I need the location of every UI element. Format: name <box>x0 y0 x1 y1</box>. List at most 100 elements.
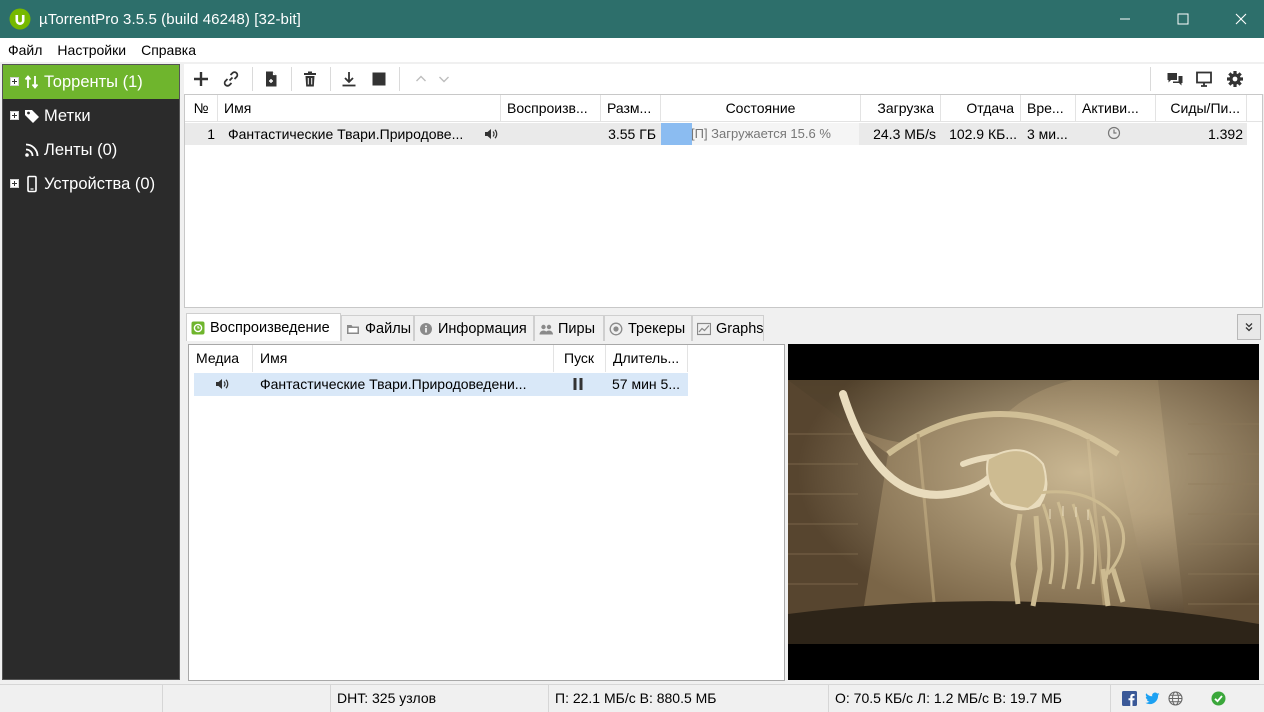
remote-icon <box>1196 71 1212 87</box>
move-up-icon <box>416 75 426 82</box>
download-icon <box>342 72 356 87</box>
column-header-name[interactable]: Имя <box>253 345 554 372</box>
add-torrent-button[interactable] <box>191 69 211 89</box>
seeds-peers: 1.392 <box>1207 126 1243 142</box>
column-header-media[interactable]: Медиа <box>189 345 253 372</box>
column-header-time[interactable]: Вре... <box>1021 95 1076 122</box>
column-header-activity[interactable]: Активи... <box>1076 95 1156 122</box>
detail-tabs: Воспроизведение Файлы Информация Пиры Тр… <box>184 313 1263 341</box>
create-torrent-button[interactable] <box>261 69 281 89</box>
create-file-icon <box>266 71 277 87</box>
column-header-upload[interactable]: Отдача <box>941 95 1021 122</box>
utorrent-logo-icon <box>9 8 31 30</box>
sidebar-item-labels[interactable]: Метки <box>3 99 179 133</box>
expand-icon[interactable] <box>10 111 19 120</box>
delete-torrent-button[interactable] <box>300 69 320 89</box>
playback-cell[interactable] <box>483 123 501 145</box>
status-ok-icon[interactable] <box>1211 691 1226 706</box>
media-duration: 57 мин 5... <box>612 376 680 392</box>
column-header-duration[interactable]: Длитель... <box>606 345 688 372</box>
column-header-size[interactable]: Разм... <box>601 95 661 122</box>
maximize-button[interactable] <box>1160 0 1206 38</box>
facebook-icon[interactable] <box>1122 691 1137 706</box>
remote-button[interactable] <box>1194 69 1214 89</box>
web-globe-icon[interactable] <box>1168 691 1183 706</box>
peers-tab-icon <box>539 324 553 334</box>
settings-button[interactable] <box>1225 69 1245 89</box>
add-link-button[interactable] <box>221 69 241 89</box>
media-list: Медиа Имя Пуск Длитель... Фантастические… <box>188 344 785 681</box>
download-speed: 24.3 МБ/s <box>873 126 936 142</box>
tab-peers[interactable]: Пиры <box>534 315 604 341</box>
tab-trackers[interactable]: Трекеры <box>604 315 692 341</box>
status-progress: [П] Загружается 15.6 % <box>661 123 859 145</box>
tab-files[interactable]: Файлы <box>341 315 414 341</box>
status-bar: DHT: 325 узлов П: 22.1 МБ/с В: 880.5 МБ … <box>0 684 1264 712</box>
sidebar: Торренты (1) Метки Ленты (0) Устройства … <box>2 64 180 680</box>
sidebar-item-label: Торренты (1) <box>44 73 143 91</box>
pause-icon <box>573 378 583 390</box>
twitter-icon[interactable] <box>1145 691 1160 706</box>
close-icon <box>1235 13 1247 25</box>
window-title: µTorrentPro 3.5.5 (build 46248) [32-bit] <box>39 10 301 28</box>
pause-button[interactable] <box>572 373 588 396</box>
menu-settings[interactable]: Настройки <box>49 42 133 58</box>
upload-status: О: 70.5 КБ/с Л: 1.2 МБ/с В: 19.7 МБ <box>828 685 1110 712</box>
torrent-number: 1 <box>207 126 215 142</box>
column-header-playback[interactable]: Воспроизв... <box>501 95 601 122</box>
upload-speed: 102.9 КБ... <box>949 126 1017 142</box>
sidebar-item-feeds[interactable]: Ленты (0) <box>3 133 179 167</box>
column-header-number[interactable]: № <box>185 95 218 122</box>
column-header-download[interactable]: Загрузка <box>861 95 941 122</box>
tab-info[interactable]: Информация <box>414 315 534 341</box>
chat-icon <box>1167 73 1183 86</box>
media-cell[interactable] <box>214 373 234 396</box>
collapse-panel-button[interactable] <box>1237 314 1261 340</box>
move-up-button[interactable] <box>411 69 431 89</box>
expand-icon[interactable] <box>10 179 19 188</box>
download-status: П: 22.1 МБ/с В: 880.5 МБ <box>548 685 828 712</box>
activity-cell <box>1107 123 1125 145</box>
toolbar <box>184 64 1264 94</box>
video-preview[interactable] <box>788 344 1259 680</box>
sidebar-item-torrents[interactable]: Торренты (1) <box>3 65 179 99</box>
start-download-button[interactable] <box>339 69 359 89</box>
add-icon <box>194 72 208 86</box>
column-header-name[interactable]: Имя <box>218 95 501 122</box>
tab-label: Информация <box>438 320 527 337</box>
move-down-icon <box>439 76 449 83</box>
tab-label: Пиры <box>558 320 596 337</box>
sidebar-item-label: Метки <box>44 107 91 125</box>
stop-icon <box>372 72 386 86</box>
time-remaining: 3 ми... <box>1027 126 1068 142</box>
progress-bar-fill <box>661 123 692 145</box>
trackers-tab-icon <box>609 322 623 335</box>
status-text: [П] Загружается 15.6 % <box>691 126 831 141</box>
table-row[interactable]: 1 Фантастические Твари.Природове... 3.55… <box>185 123 1247 145</box>
move-down-button[interactable] <box>434 69 454 89</box>
tag-icon <box>25 110 39 123</box>
chat-button[interactable] <box>1165 69 1185 89</box>
column-header-status[interactable]: Состояние <box>661 95 861 122</box>
sidebar-item-devices[interactable]: Устройства (0) <box>3 167 179 201</box>
list-item[interactable]: Фантастические Твари.Природоведени... 57… <box>194 373 688 396</box>
stop-button[interactable] <box>369 69 389 89</box>
column-header-play[interactable]: Пуск <box>554 345 606 372</box>
close-button[interactable] <box>1218 0 1264 38</box>
minimize-icon <box>1120 18 1130 20</box>
torrent-size: 3.55 ГБ <box>608 126 656 142</box>
status-segment-empty <box>162 685 330 712</box>
menu-bar: Файл Настройки Справка <box>0 38 1264 62</box>
dht-status: DHT: 325 узлов <box>330 685 548 712</box>
torrent-name: Фантастические Твари.Природове... <box>228 126 464 142</box>
info-tab-icon <box>420 322 432 335</box>
expand-icon[interactable] <box>10 77 19 86</box>
menu-help[interactable]: Справка <box>133 42 203 58</box>
link-icon <box>223 71 239 87</box>
tab-graphs[interactable]: Graphs <box>692 315 764 341</box>
menu-file[interactable]: Файл <box>0 42 49 58</box>
rss-icon <box>25 143 39 157</box>
column-header-seeds[interactable]: Сиды/Пи... <box>1156 95 1247 122</box>
minimize-button[interactable] <box>1102 0 1148 38</box>
tab-playback[interactable]: Воспроизведение <box>186 313 341 341</box>
